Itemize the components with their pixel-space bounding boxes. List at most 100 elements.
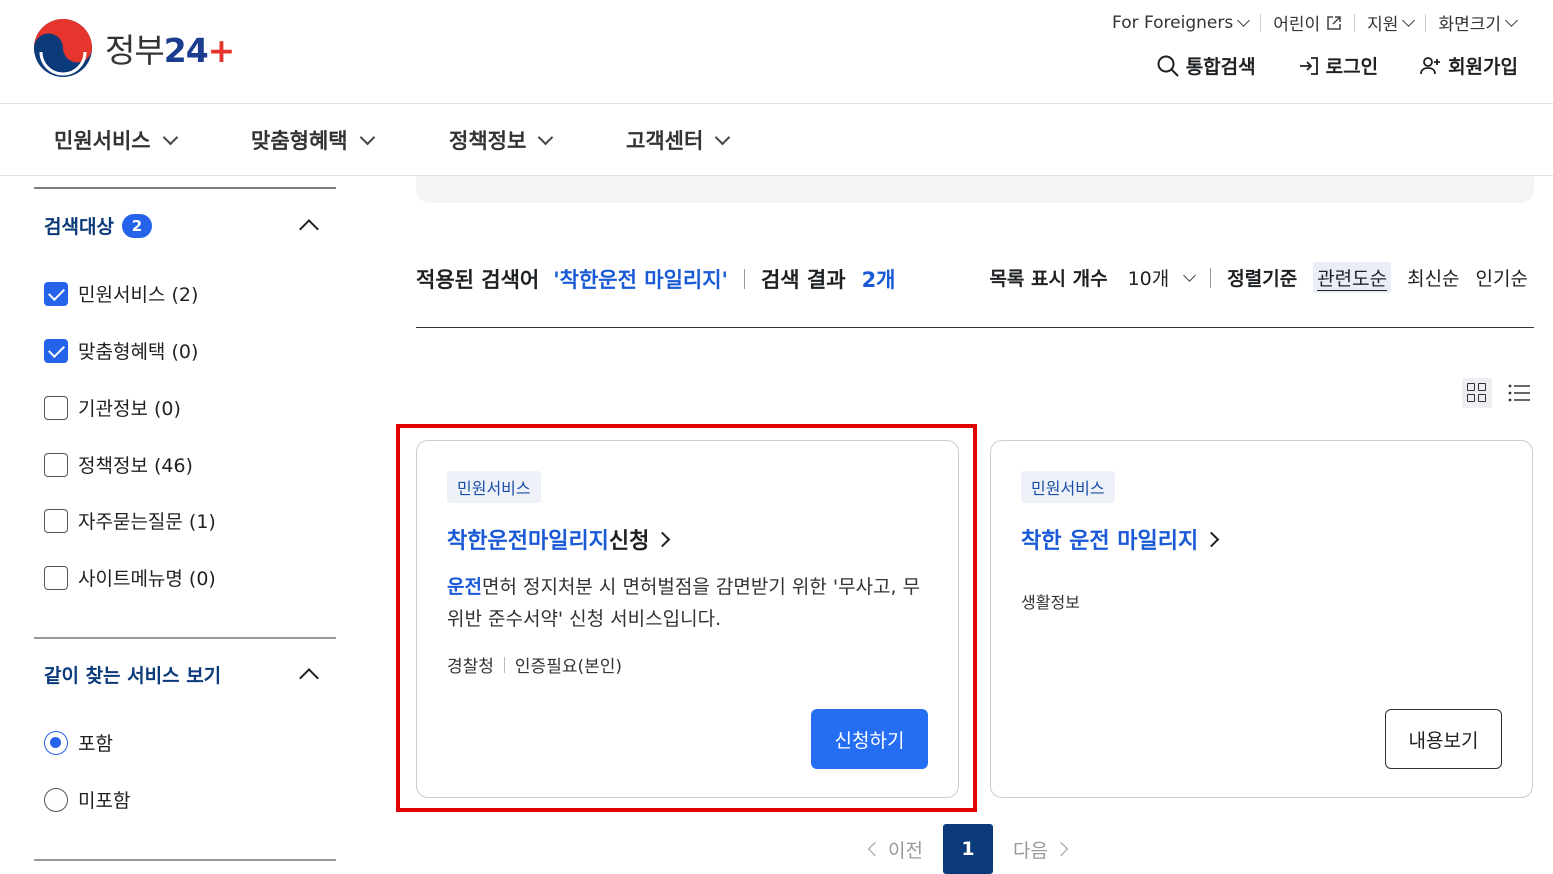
filter-option-civil-service[interactable]: 민원서비스 (2) — [44, 280, 198, 307]
filter-option-custom-benefits[interactable]: 맞춤형혜택 (0) — [44, 337, 198, 364]
kids-link[interactable]: 어린이 — [1261, 10, 1354, 35]
screen-size-menu[interactable]: 화면크기 — [1426, 10, 1528, 35]
checkbox[interactable] — [44, 452, 68, 477]
divider — [743, 269, 745, 289]
radio-exclude[interactable]: 미포함 — [44, 786, 130, 813]
gnb-customer-center[interactable]: 고객센터 — [626, 125, 731, 155]
radio-selected[interactable] — [44, 730, 68, 755]
card-meta: 경찰청 인증필요(본인) — [447, 652, 622, 677]
per-page-label: 목록 표시 개수 — [989, 268, 1108, 290]
filter-option-label: 자주묻는질문 (1) — [78, 511, 216, 533]
result-summary-bar: 적용된 검색어 '착한운전 마일리지' 검색 결과 2개 목록 표시 개수 10… — [416, 262, 1534, 328]
view-details-button[interactable]: 내용보기 — [1385, 709, 1502, 769]
login-label: 로그인 — [1325, 56, 1379, 78]
result-card: 민원서비스 착한운전마일리지신청 운전면허 정지처분 시 면허벌점을 감면받기 … — [416, 440, 959, 798]
filter-option-label: 기관정보 (0) — [78, 398, 181, 420]
filter-option-label: 맞춤형혜택 (0) — [78, 341, 199, 363]
for-foreigners-link[interactable]: For Foreigners — [1100, 13, 1260, 33]
list-controls: 목록 표시 개수 10개 정렬기준 관련도순 최신순 인기순 — [989, 262, 1528, 293]
chevron-down-icon — [1402, 13, 1416, 27]
gnb-label: 고객센터 — [626, 129, 704, 153]
utility-nav: For Foreigners 어린이 지원 화면크기 — [1100, 10, 1528, 35]
sort-latest[interactable]: 최신순 — [1407, 264, 1459, 291]
gnb-civil-service[interactable]: 민원서비스 — [54, 125, 178, 155]
sort-relevance[interactable]: 관련도순 — [1313, 262, 1392, 293]
search-icon — [1157, 55, 1179, 77]
applied-keyword: '착한운전 마일리지' — [553, 268, 728, 292]
agency-name: 경찰청 — [447, 657, 494, 677]
sort-popular[interactable]: 인기순 — [1476, 264, 1528, 291]
list-view-icon[interactable] — [1504, 378, 1534, 408]
divider — [503, 656, 505, 673]
divider — [1210, 267, 1212, 288]
filter-option-label: 정책정보 (46) — [78, 455, 193, 477]
filter-count-badge: 2 — [121, 213, 152, 238]
gnb-label: 민원서비스 — [54, 129, 151, 153]
prev-page-button[interactable]: 이전 — [867, 836, 923, 863]
grid-view-icon[interactable] — [1462, 378, 1492, 408]
radio-label: 미포함 — [78, 790, 131, 812]
header-actions: 통합검색 로그인 회원가입 — [1156, 52, 1518, 79]
per-page-select[interactable]: 10개 — [1128, 264, 1197, 291]
logo-plus: + — [207, 31, 236, 70]
sort-options: 관련도순 최신순 인기순 — [1313, 262, 1528, 293]
search-box-bottom — [416, 176, 1534, 203]
card-description: 생활정보 — [1021, 593, 1080, 612]
sort-label: 정렬기준 — [1227, 268, 1298, 290]
collapse-filter-icon[interactable] — [299, 219, 319, 239]
category-tag: 민원서비스 — [1021, 471, 1115, 503]
result-card: 민원서비스 착한 운전 마일리지 생활정보 내용보기 — [990, 440, 1533, 798]
filter-option-label: 사이트메뉴명 (0) — [78, 568, 216, 590]
filter-option-agency-info[interactable]: 기관정보 (0) — [44, 394, 181, 421]
user-add-icon — [1420, 56, 1441, 74]
checkbox-checked[interactable] — [44, 338, 68, 363]
result-count: 2개 — [861, 268, 896, 292]
gnb-policy-info[interactable]: 정책정보 — [449, 125, 554, 155]
chevron-left-icon — [867, 841, 883, 857]
support-menu[interactable]: 지원 — [1355, 10, 1425, 35]
checkbox[interactable] — [44, 395, 68, 420]
chevron-right-icon — [1053, 841, 1069, 857]
chevron-down-icon — [162, 129, 178, 145]
checkbox[interactable] — [44, 565, 68, 590]
checkbox[interactable] — [44, 508, 68, 533]
related-services-title: 같이 찾는 서비스 보기 — [44, 661, 221, 688]
radio[interactable] — [44, 787, 68, 812]
integrated-search-button[interactable]: 통합검색 — [1156, 52, 1256, 79]
filter-section-title: 검색대상 2 — [44, 212, 152, 239]
gov24-logo[interactable]: 정부24+ — [33, 18, 236, 78]
filter-option-policy-info[interactable]: 정책정보 (46) — [44, 451, 193, 478]
collapse-related-icon[interactable] — [299, 668, 319, 688]
site-header: 정부24+ For Foreigners 어린이 지원 화면크기 통합검색 로그… — [0, 0, 1553, 104]
checkbox-checked[interactable] — [44, 281, 68, 306]
logo-wordmark: 정부24+ — [105, 24, 236, 72]
title-highlight: 착한 운전 마일리지 — [1021, 529, 1199, 554]
card-title-link[interactable]: 착한운전마일리지신청 — [447, 523, 671, 555]
radio-include[interactable]: 포함 — [44, 729, 113, 756]
prev-label: 이전 — [888, 839, 923, 862]
external-link-icon — [1327, 15, 1341, 30]
current-page[interactable]: 1 — [942, 824, 993, 874]
login-icon — [1299, 56, 1318, 75]
applied-keyword-label: 적용된 검색어 — [416, 268, 540, 292]
signup-button[interactable]: 회원가입 — [1420, 52, 1518, 79]
pagination: 이전 1 다음 — [867, 824, 1069, 874]
chevron-down-icon — [1505, 13, 1518, 27]
signup-label: 회원가입 — [1448, 56, 1518, 78]
next-page-button[interactable]: 다음 — [1012, 836, 1069, 863]
card-title-link[interactable]: 착한 운전 마일리지 — [1021, 523, 1220, 555]
sidebar-divider — [34, 637, 336, 639]
result-label: 검색 결과 — [760, 268, 846, 292]
filter-option-site-menu[interactable]: 사이트메뉴명 (0) — [44, 564, 216, 591]
chevron-right-icon — [655, 531, 671, 547]
auth-requirement: 인증필요(본인) — [514, 657, 623, 677]
login-button[interactable]: 로그인 — [1298, 52, 1378, 79]
filter-title-label: 검색대상 — [44, 216, 114, 238]
filter-option-faq[interactable]: 자주묻는질문 (1) — [44, 507, 216, 534]
apply-button[interactable]: 신청하기 — [811, 709, 928, 769]
gnb-custom-benefits[interactable]: 맞춤형혜택 — [251, 125, 375, 155]
sidebar-divider — [34, 187, 336, 189]
next-label: 다음 — [1012, 839, 1048, 862]
title-highlight: 착한운전마일리지 — [447, 529, 609, 554]
logo-number: 24 — [163, 31, 209, 70]
